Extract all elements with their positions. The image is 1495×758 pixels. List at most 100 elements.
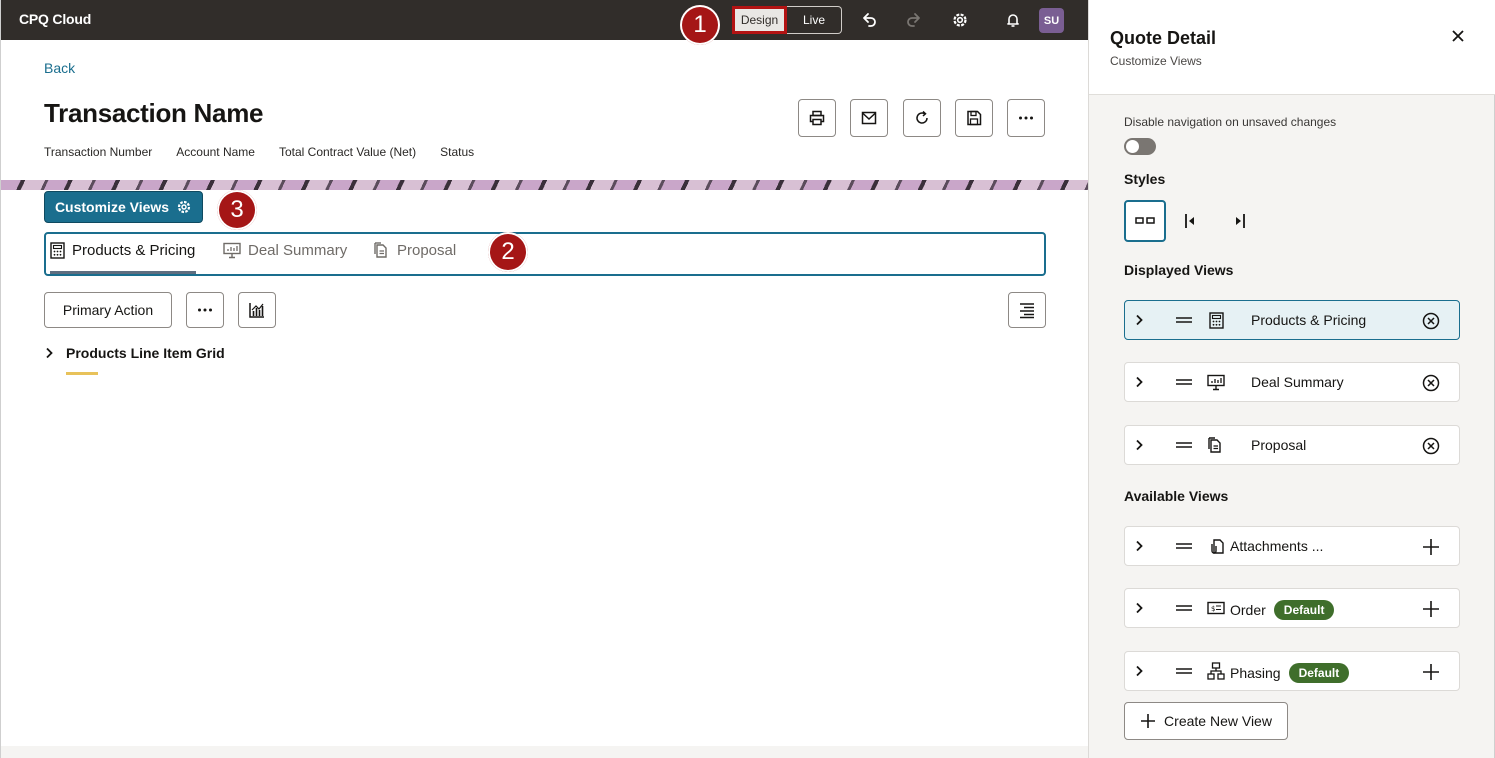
add-view-icon[interactable] xyxy=(1421,599,1441,619)
remove-view-icon[interactable] xyxy=(1421,436,1441,456)
chevron-right-icon[interactable] xyxy=(1131,663,1147,679)
transaction-meta-row: Transaction Number Account Name Total Co… xyxy=(44,145,474,159)
style-option-tabs[interactable] xyxy=(1124,200,1166,242)
plus-icon xyxy=(1141,714,1156,728)
chevron-right-icon[interactable] xyxy=(1131,600,1147,616)
gear-icon xyxy=(177,200,191,214)
app-title: CPQ Cloud xyxy=(19,11,92,27)
notifications-bell-icon[interactable] xyxy=(1003,10,1023,30)
tabs-style-icon xyxy=(1135,217,1155,224)
undo-icon[interactable] xyxy=(859,10,879,30)
ellipsis-icon xyxy=(198,308,212,312)
calculator-icon xyxy=(1207,311,1225,329)
tab-label: Products & Pricing xyxy=(72,242,196,259)
tab-products-pricing[interactable]: Products & Pricing xyxy=(50,242,196,274)
create-new-view-button[interactable]: Create New View xyxy=(1124,702,1288,740)
meta-account-name: Account Name xyxy=(176,145,255,159)
chevron-right-icon xyxy=(46,347,53,359)
print-button[interactable] xyxy=(798,99,836,137)
add-view-icon[interactable] xyxy=(1421,537,1441,557)
page-title: Transaction Name xyxy=(44,98,264,128)
tab-deal-summary[interactable]: Deal Summary xyxy=(223,242,347,274)
view-label: Proposal xyxy=(1251,437,1307,453)
tab-label: Proposal xyxy=(397,242,457,259)
chevron-right-icon[interactable] xyxy=(1131,374,1147,390)
drag-handle-icon[interactable] xyxy=(1175,376,1193,388)
view-label: Phasing Default xyxy=(1230,663,1350,683)
main-area: CPQ Cloud Design Live SU 1 Back Transact… xyxy=(0,0,1089,758)
refresh-button[interactable] xyxy=(903,99,941,137)
mail-icon xyxy=(861,111,877,125)
available-view-row-order[interactable]: $ Order Default xyxy=(1124,588,1460,628)
available-view-row-phasing[interactable]: Phasing Default xyxy=(1124,651,1460,691)
back-link[interactable]: Back xyxy=(44,60,75,76)
view-label: Attachments ... xyxy=(1230,538,1324,554)
save-button[interactable] xyxy=(955,99,993,137)
meta-status: Status xyxy=(440,145,475,159)
styles-heading: Styles xyxy=(1124,171,1166,187)
drag-handle-icon[interactable] xyxy=(1175,314,1193,326)
view-label: Order Default xyxy=(1230,600,1335,620)
align-options-button[interactable] xyxy=(1008,292,1046,328)
grid-title-underline xyxy=(66,372,98,375)
settings-gear-icon[interactable] xyxy=(950,10,970,30)
grid-section-title: Products Line Item Grid xyxy=(66,345,225,361)
disable-navigation-label: Disable navigation on unsaved changes xyxy=(1124,115,1337,129)
primary-action-button[interactable]: Primary Action xyxy=(44,292,172,328)
callout-badge-2: 2 xyxy=(488,232,528,272)
drag-handle-icon[interactable] xyxy=(1175,665,1193,677)
live-mode-button[interactable]: Live xyxy=(787,6,842,34)
remove-view-icon[interactable] xyxy=(1421,373,1441,393)
document-icon xyxy=(374,242,387,258)
analytics-button[interactable] xyxy=(238,292,276,328)
panel-header: Quote Detail Customize Views xyxy=(1089,0,1495,95)
more-actions-button[interactable] xyxy=(1007,99,1045,137)
hierarchy-icon xyxy=(1207,662,1225,680)
tab-proposal[interactable]: Proposal xyxy=(374,242,456,274)
align-left-panel-icon xyxy=(1185,214,1194,228)
attachment-icon xyxy=(1207,537,1225,555)
displayed-view-row-products-pricing[interactable]: Products & Pricing xyxy=(1124,300,1460,340)
drag-handle-icon[interactable] xyxy=(1175,602,1193,614)
callout-badge-1: 1 xyxy=(680,5,720,45)
chevron-right-icon[interactable] xyxy=(1131,538,1147,554)
panel-subtitle: Customize Views xyxy=(1110,54,1202,68)
document-icon xyxy=(1207,436,1225,454)
calculator-icon xyxy=(50,242,65,259)
disable-navigation-toggle[interactable] xyxy=(1124,138,1156,155)
displayed-views-heading: Displayed Views xyxy=(1124,262,1234,278)
meta-transaction-number: Transaction Number xyxy=(44,145,153,159)
remove-view-icon[interactable] xyxy=(1421,311,1441,331)
available-view-row-attachments[interactable]: Attachments ... xyxy=(1124,526,1460,566)
add-view-icon[interactable] xyxy=(1421,662,1441,682)
save-icon xyxy=(967,110,982,126)
chevron-right-icon[interactable] xyxy=(1131,312,1147,328)
panel-title: Quote Detail xyxy=(1110,28,1217,48)
user-avatar[interactable]: SU xyxy=(1039,8,1064,33)
presentation-chart-icon xyxy=(223,242,241,259)
drag-handle-icon[interactable] xyxy=(1175,439,1193,451)
presentation-chart-icon xyxy=(1207,373,1225,391)
style-option-left[interactable] xyxy=(1169,200,1211,242)
drag-handle-icon[interactable] xyxy=(1175,540,1193,552)
tab-label: Deal Summary xyxy=(248,242,348,259)
create-new-view-label: Create New View xyxy=(1164,713,1272,729)
design-mode-button[interactable]: Design xyxy=(732,6,787,34)
grid-section-header[interactable]: Products Line Item Grid xyxy=(44,345,225,361)
style-option-right[interactable] xyxy=(1219,200,1261,242)
displayed-view-row-proposal[interactable]: Proposal xyxy=(1124,425,1460,465)
email-button[interactable] xyxy=(850,99,888,137)
customize-views-button[interactable]: Customize Views xyxy=(44,191,203,223)
close-panel-button[interactable] xyxy=(1449,27,1467,45)
grid-more-button[interactable] xyxy=(186,292,224,328)
svg-text:$: $ xyxy=(1211,605,1215,613)
chevron-right-icon[interactable] xyxy=(1131,437,1147,453)
top-bar: CPQ Cloud Design Live SU xyxy=(1,0,1089,40)
customize-views-label: Customize Views xyxy=(54,199,170,215)
displayed-view-row-deal-summary[interactable]: Deal Summary xyxy=(1124,362,1460,402)
customize-views-panel: Quote Detail Customize Views Disable nav… xyxy=(1088,0,1495,758)
close-icon xyxy=(1452,30,1464,42)
redo-icon[interactable] xyxy=(904,10,924,30)
print-icon xyxy=(809,110,825,126)
default-badge: Default xyxy=(1273,600,1335,620)
